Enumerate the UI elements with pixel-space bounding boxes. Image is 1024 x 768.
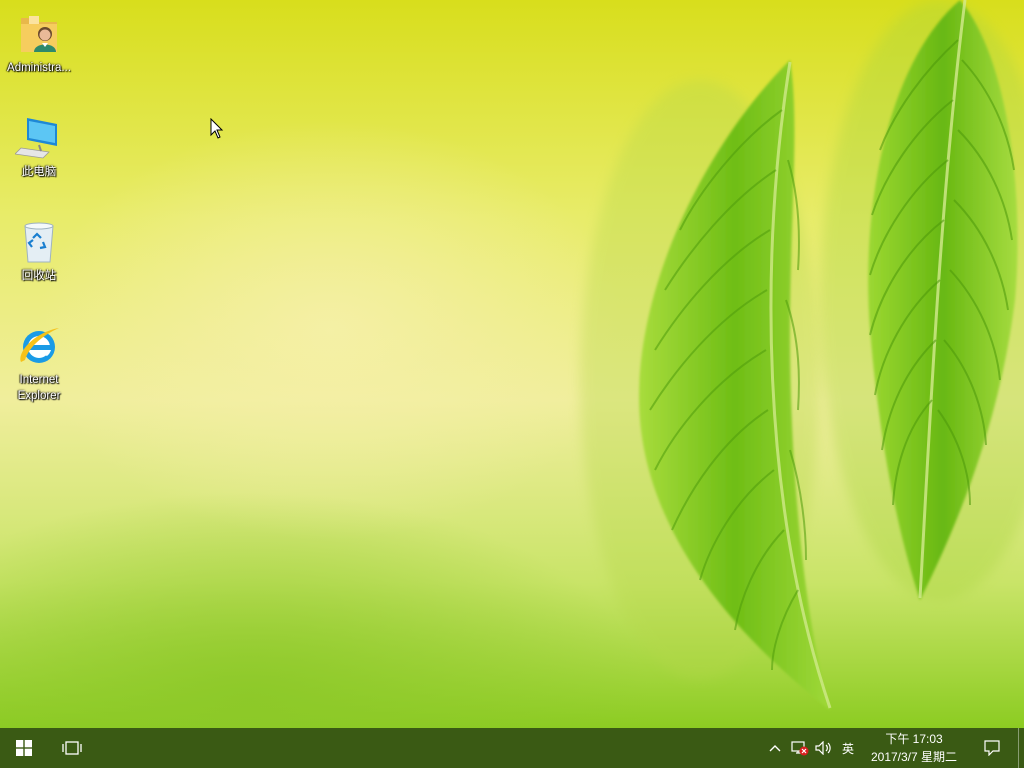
desktop[interactable]: Administra... 此电脑 回收站 Internet Explorer: [0, 0, 1024, 728]
windows-start-icon: [16, 740, 32, 756]
recycle-bin-icon: [24, 222, 54, 263]
show-hidden-icons-button[interactable]: [764, 728, 786, 768]
action-center-button[interactable]: [976, 728, 1008, 768]
desktop-icon-internet-explorer[interactable]: Internet Explorer: [2, 316, 76, 404]
desktop-icon-label: 此电脑: [21, 166, 57, 178]
internet-explorer-icon: [20, 328, 59, 363]
desktop-icon-administrator[interactable]: Administra...: [2, 4, 76, 76]
taskbar: 英 下午 17:03 2017/3/7 星期二: [0, 728, 1024, 768]
task-view-icon: [62, 741, 82, 755]
task-view-button[interactable]: [48, 728, 96, 768]
desktop-icon-recycle-bin[interactable]: 回收站: [2, 212, 76, 284]
volume-button[interactable]: [813, 728, 835, 768]
clock-button[interactable]: 下午 17:03 2017/3/7 星期二: [860, 730, 968, 766]
desktop-icon-label: 回收站: [21, 270, 57, 282]
action-center-icon: [984, 740, 1000, 756]
input-method-label: 英: [841, 741, 854, 756]
clock-date: 2017/3/7 星期二: [870, 750, 958, 764]
mouse-cursor-icon: [210, 118, 224, 139]
user-folder-icon: [21, 16, 57, 52]
network-button[interactable]: [788, 728, 812, 768]
chevron-up-icon: [769, 745, 781, 752]
clock-time: 下午 17:03: [885, 732, 943, 746]
start-button[interactable]: [0, 728, 48, 768]
desktop-icon-this-pc[interactable]: 此电脑: [2, 108, 76, 180]
wallpaper-image: [580, 0, 1024, 710]
volume-icon: [815, 741, 831, 755]
desktop-icon-label: Internet: [19, 374, 59, 386]
desktop-icon-label: Administra...: [7, 62, 71, 74]
desktop-icon-label: Explorer: [17, 390, 61, 402]
show-desktop-button[interactable]: [1018, 728, 1024, 768]
computer-icon: [15, 118, 57, 159]
input-method-button[interactable]: 英: [837, 728, 859, 768]
network-disconnected-icon: [791, 741, 809, 756]
